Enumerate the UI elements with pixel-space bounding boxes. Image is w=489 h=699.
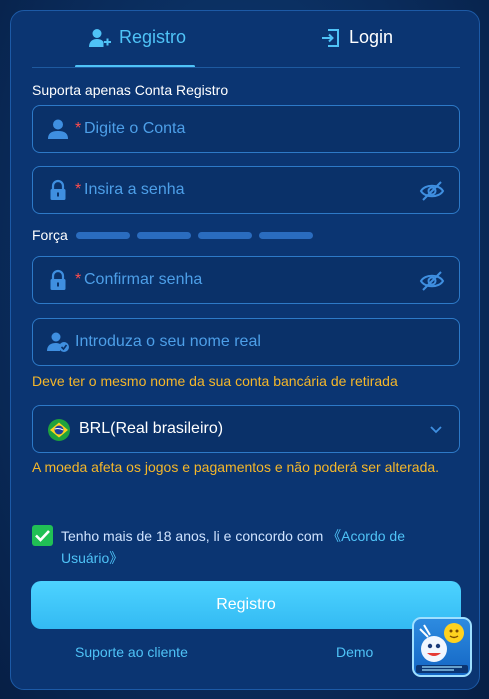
strength-bar xyxy=(197,231,252,239)
user-icon xyxy=(48,119,68,139)
eye-off-icon[interactable] xyxy=(419,270,445,292)
register-submit-button[interactable]: Registro xyxy=(31,581,461,629)
confirm-password-input[interactable]: * Confirmar senha xyxy=(32,256,460,304)
real-name-placeholder: Introduza o seu nome real xyxy=(75,333,261,350)
add-user-icon xyxy=(89,28,111,47)
real-name-warning: Deve ter o mesmo nome da sua conta bancá… xyxy=(32,373,398,389)
required-mark: * xyxy=(75,271,82,288)
strength-bar xyxy=(75,231,130,239)
lock-icon xyxy=(50,269,66,290)
tab-login-label: Login xyxy=(349,27,394,47)
brazil-flag-icon xyxy=(48,419,70,441)
required-mark: * xyxy=(75,181,82,198)
confirm-placeholder: Confirmar senha xyxy=(84,271,203,288)
agree-checkbox[interactable] xyxy=(32,525,53,546)
currency-value: BRL(Real brasileiro) xyxy=(79,420,224,437)
check-icon xyxy=(35,530,50,542)
password-strength: Força xyxy=(32,227,313,243)
verified-user-icon xyxy=(47,332,69,352)
password-input[interactable]: * Insira a senha xyxy=(32,166,460,214)
strength-bar xyxy=(136,231,191,239)
support-note: Suporta apenas Conta Registro xyxy=(32,82,229,98)
register-panel: Registro Login Suporta apenas Conta Regi… xyxy=(10,10,480,690)
eye-off-icon[interactable] xyxy=(419,180,445,202)
real-name-input[interactable]: Introduza o seu nome real xyxy=(32,318,460,366)
login-icon xyxy=(322,28,339,47)
tab-registro[interactable]: Registro xyxy=(89,27,186,48)
tab-login[interactable]: Login xyxy=(321,27,393,48)
customer-support-link[interactable]: Suporte ao cliente xyxy=(75,644,188,660)
agree-statement: Tenho mais de 18 anos, li e concordo com xyxy=(61,528,324,544)
auth-tabs: Registro Login xyxy=(11,11,479,68)
mascot-promo-icon xyxy=(416,623,468,673)
demo-link[interactable]: Demo xyxy=(336,644,373,660)
tabs-divider xyxy=(32,67,460,68)
strength-label: Força xyxy=(32,227,68,243)
currency-select[interactable]: BRL(Real brasileiro) xyxy=(32,405,460,453)
promo-floating-icon[interactable] xyxy=(412,617,472,677)
lock-icon xyxy=(50,179,66,200)
chevron-down-icon xyxy=(430,426,442,434)
required-mark: * xyxy=(75,120,82,137)
currency-warning: A moeda afeta os jogos e pagamentos e nã… xyxy=(32,459,440,475)
password-placeholder: Insira a senha xyxy=(84,181,185,198)
account-input[interactable]: * Digite o Conta xyxy=(32,105,460,153)
tab-registro-label: Registro xyxy=(119,27,187,47)
account-placeholder: Digite o Conta xyxy=(84,120,186,137)
strength-bar xyxy=(258,231,313,239)
agree-text: Tenho mais de 18 anos, li e concordo com… xyxy=(61,525,451,569)
